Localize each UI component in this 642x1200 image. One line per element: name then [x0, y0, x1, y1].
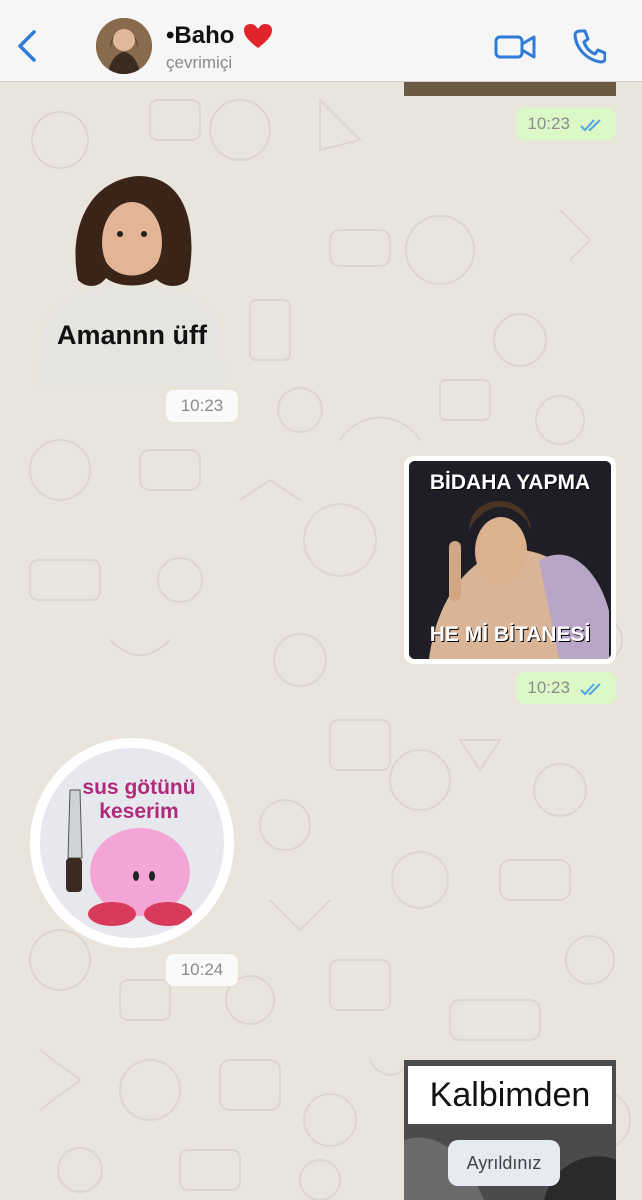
sticker-message-incoming[interactable]: Amannn üff: [38, 170, 226, 386]
sticker-caption-bottom: Ayrıldınız: [448, 1140, 560, 1186]
sticker-caption: Amannn üff: [57, 320, 207, 350]
avatar[interactable]: [96, 18, 152, 74]
contact-name[interactable]: •Baho: [166, 22, 234, 50]
message-timestamp: 10:24: [166, 954, 238, 986]
sticker-message-incoming[interactable]: sus götünü keserim: [30, 738, 234, 948]
message-timestamp: 10:23: [516, 672, 616, 704]
sticker-caption-top: Kalbimden: [408, 1066, 612, 1124]
heart-icon: [244, 24, 272, 48]
sticker-caption-top: BİDAHA YAPMA: [429, 471, 591, 494]
sticker-message-outgoing-partial[interactable]: [404, 82, 616, 96]
back-chevron-icon[interactable]: [14, 28, 42, 64]
sticker-caption-bottom: HE Mİ BİTANESİ: [429, 623, 591, 646]
sticker-caption: sus götünü keserim: [82, 776, 196, 823]
online-status: çevrimiçi: [166, 53, 233, 72]
video-call-icon[interactable]: [494, 32, 536, 62]
read-receipt-icon: [579, 118, 601, 131]
sticker-message-outgoing[interactable]: BİDAHA YAPMA HE Mİ BİTANESİ: [404, 456, 616, 664]
sticker-image: [38, 176, 226, 386]
sticker-message-outgoing[interactable]: Kalbimden Ayrıldınız: [404, 1060, 616, 1200]
voice-call-icon[interactable]: [572, 28, 606, 64]
chat-header: •Baho çevrimiçi: [0, 0, 642, 82]
message-timestamp: 10:23: [166, 390, 238, 422]
message-timestamp: 10:23: [516, 108, 616, 140]
read-receipt-icon: [579, 682, 601, 695]
